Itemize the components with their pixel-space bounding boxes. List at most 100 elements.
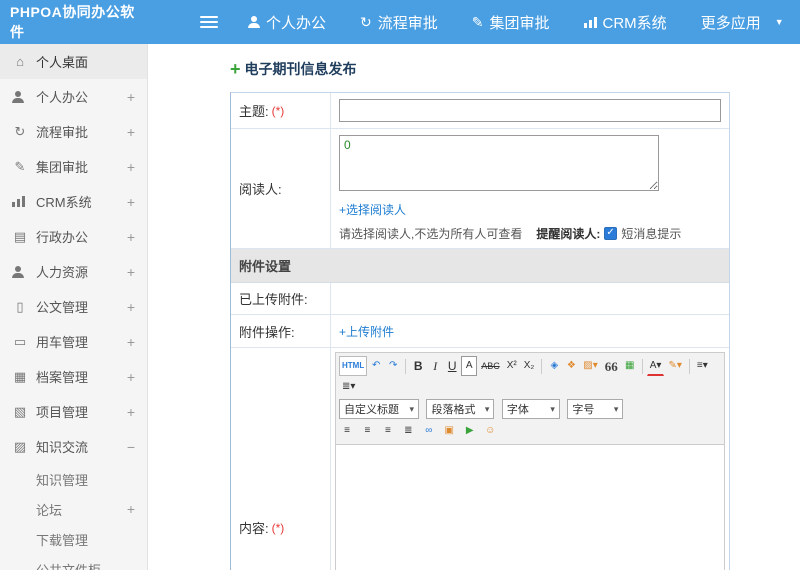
editor-dropdown[interactable]: 字号 [567, 399, 624, 419]
ordered-list-button[interactable]: ≡▾ [694, 356, 711, 376]
rich-text-editor: HTML ↶ ↷ B I U A ABC X² X₂ ◈ ❖ ▨▾ 66 ▦ A… [335, 352, 725, 570]
ejournal-publish-form: 主题: (*) 阅读人: 0 +选择阅读人 请选择阅读人,不选为所有人可查看 提… [230, 92, 730, 570]
subject-input[interactable] [339, 99, 721, 122]
process-icon: ↻ [360, 14, 372, 30]
sidebar-subitem-knowledge-management[interactable]: 知识管理 [0, 464, 147, 494]
format-painter-button[interactable]: ❖ [563, 356, 579, 376]
main-content: + 电子期刊信息发布 主题: (*) 阅读人: 0 +选择阅读人 请选择阅读人,… [148, 44, 800, 570]
page-title: 电子期刊信息发布 [244, 61, 357, 77]
sidebar-item-label: 公文管理 [36, 300, 89, 315]
car-icon: ▭ [13, 334, 27, 349]
sidebar-item-human-resources[interactable]: 人力资源 + [0, 254, 147, 289]
editor-content-area[interactable] [336, 445, 724, 570]
topnav-label: 个人办公 [266, 14, 327, 32]
align-center-button[interactable]: ≡ [359, 421, 375, 441]
sidebar-item-crm-system[interactable]: CRM系统 + [0, 184, 147, 219]
sidebar-item-project-management[interactable]: ▧ 项目管理 + [0, 394, 147, 429]
bold-button[interactable]: B [410, 356, 426, 376]
sidebar-item-personal-desktop[interactable]: ⌂ 个人桌面 [0, 44, 147, 79]
fill-color-button[interactable]: ▨▾ [580, 356, 600, 376]
hamburger-menu-icon[interactable] [200, 16, 218, 28]
upload-attachment-link[interactable]: +上传附件 [339, 323, 394, 340]
editor-toolbar-row-1: HTML ↶ ↷ B I U A ABC X² X₂ ◈ ❖ ▨▾ 66 ▦ A… [338, 355, 722, 398]
topnav-workflow-approval[interactable]: ↻ 流程审批 [360, 12, 438, 33]
emoticon-button[interactable]: ☺ [482, 421, 498, 441]
expand-toggle-icon[interactable]: + [127, 404, 135, 420]
media-button[interactable]: ▶ [462, 421, 478, 441]
remove-format-button[interactable]: ◈ [546, 356, 562, 376]
form-row-content: 内容: (*) HTML ↶ ↷ B I U A ABC X² X₂ ◈ ❖ ▨… [231, 348, 729, 570]
superscript-button[interactable]: X² [504, 356, 520, 376]
expand-toggle-icon[interactable]: + [127, 159, 135, 175]
expand-toggle-icon[interactable]: + [127, 124, 135, 140]
expand-toggle-icon[interactable]: − [127, 439, 135, 455]
font-color-button[interactable]: A▾ [646, 356, 665, 376]
sidebar-item-group-approval[interactable]: ✎ 集团审批 + [0, 149, 147, 184]
editor-dropdown[interactable]: 字体 [501, 399, 560, 419]
html-source-button[interactable]: HTML [339, 356, 368, 376]
expand-toggle-icon[interactable]: + [127, 89, 135, 105]
sidebar-subitem-label: 公共文件柜 [36, 562, 102, 570]
sidebar-item-archive-management[interactable]: ▦ 档案管理 + [0, 359, 147, 394]
expand-toggle-icon[interactable]: + [127, 194, 135, 210]
sidebar-item-vehicle-management[interactable]: ▭ 用车管理 + [0, 324, 147, 359]
toolbar-separator [688, 358, 690, 374]
topnav-group-approval[interactable]: ✎ 集团审批 [472, 12, 550, 33]
image-button[interactable]: ▣ [441, 421, 457, 441]
editor-toolbar: HTML ↶ ↷ B I U A ABC X² X₂ ◈ ❖ ▨▾ 66 ▦ A… [336, 353, 724, 445]
align-right-button[interactable]: ≡ [380, 421, 396, 441]
add-icon: + [230, 59, 241, 79]
topnav-more-apps[interactable]: 更多应用 ▼ [701, 12, 784, 33]
sidebar-subitem-label: 论坛 [36, 502, 63, 518]
highlight-pen-button[interactable]: ✎▾ [665, 356, 684, 376]
toolbar-separator [541, 358, 543, 374]
process-icon: ↻ [14, 124, 26, 139]
undo-button[interactable]: ↶ [368, 356, 384, 376]
attachment-operation-label: 附件操作: [231, 315, 331, 347]
content-cell: HTML ↶ ↷ B I U A ABC X² X₂ ◈ ❖ ▨▾ 66 ▦ A… [331, 348, 729, 570]
document-icon: ▯ [16, 299, 24, 314]
sidebar-item-label: 集团审批 [36, 160, 89, 175]
editor-dropdown[interactable]: 自定义标题 [339, 399, 419, 419]
sidebar-subitem-forum[interactable]: 论坛 + [0, 494, 147, 524]
sms-remind-checkbox[interactable] [604, 227, 618, 240]
form-row-uploaded-attachments: 已上传附件: [231, 283, 729, 315]
expand-toggle-icon[interactable]: + [127, 264, 135, 280]
sidebar-item-label: 人力资源 [36, 265, 89, 280]
expand-toggle-icon[interactable]: + [127, 369, 135, 385]
editor-dropdown[interactable]: 段落格式 [426, 399, 495, 419]
link-button[interactable]: ∞ [421, 421, 437, 441]
blockquote-button[interactable]: 66 [602, 356, 621, 376]
strikethrough-button[interactable]: ABC [478, 356, 503, 376]
sidebar-item-document-management[interactable]: ▯ 公文管理 + [0, 289, 147, 324]
select-readers-link[interactable]: +选择阅读人 [339, 201, 406, 218]
sidebar-subitem-label: 知识管理 [36, 472, 89, 488]
expand-toggle-icon[interactable]: + [127, 334, 135, 350]
align-left-button[interactable]: ≡ [339, 421, 355, 441]
sidebar-subitem-download-management[interactable]: 下载管理 [0, 524, 147, 554]
unordered-list-button[interactable]: ≣▾ [339, 377, 358, 397]
expand-toggle-icon[interactable]: + [127, 501, 135, 517]
sidebar-submenu: 知识管理 论坛 + 下载管理 公共文件柜 [0, 464, 147, 570]
readers-textarea[interactable]: 0 [339, 135, 659, 191]
italic-button[interactable]: I [427, 356, 443, 376]
topnav-personal-office[interactable]: 个人办公 [248, 12, 326, 33]
readers-label-text: 阅读人: [239, 182, 282, 197]
sidebar-item-administration[interactable]: ▤ 行政办公 + [0, 219, 147, 254]
topnav-crm-system[interactable]: CRM系统 [583, 12, 667, 33]
redo-button[interactable]: ↷ [385, 356, 401, 376]
sidebar-item-knowledge-exchange[interactable]: ▨ 知识交流 − [0, 429, 147, 464]
sidebar-item-label: CRM系统 [36, 195, 92, 210]
sidebar-subitem-public-file-cabinet[interactable]: 公共文件柜 [0, 554, 147, 570]
subscript-button[interactable]: X₂ [521, 356, 538, 376]
expand-toggle-icon[interactable]: + [127, 229, 135, 245]
justify-button[interactable]: ≣ [400, 421, 416, 441]
sidebar-item-workflow-approval[interactable]: ↻ 流程审批 + [0, 114, 147, 149]
underline-button[interactable]: U [444, 356, 460, 376]
sidebar-item-personal-office[interactable]: 个人办公 + [0, 79, 147, 114]
table-button[interactable]: ▦ [622, 356, 638, 376]
content-label: 内容: (*) [231, 348, 331, 570]
font-style-button[interactable]: A [461, 356, 478, 376]
expand-toggle-icon[interactable]: + [127, 299, 135, 315]
attachment-operation-label-text: 附件操作: [239, 324, 295, 340]
